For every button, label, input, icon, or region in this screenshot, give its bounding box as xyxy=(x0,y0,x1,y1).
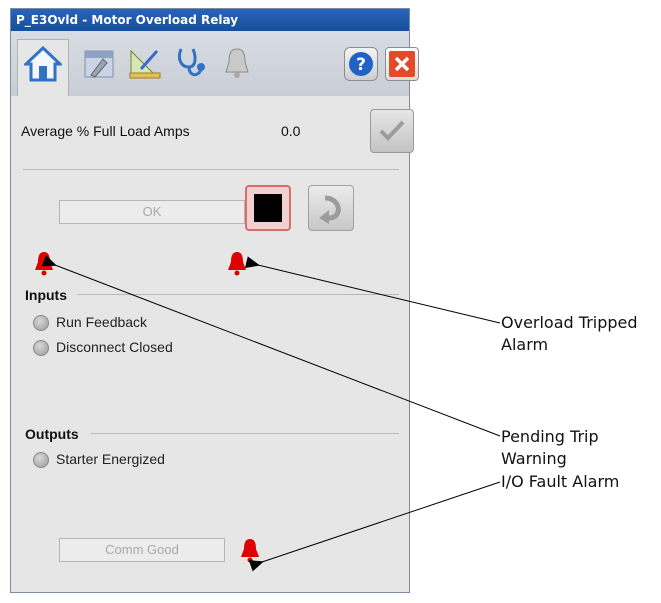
overload-callout: Overload Tripped Alarm xyxy=(501,312,638,356)
callout-lines xyxy=(41,255,501,572)
overload-callout-line1: Overload Tripped xyxy=(501,313,638,332)
overload-callout-line xyxy=(244,256,501,324)
pending-callout-line xyxy=(41,255,501,437)
io-fault-callout: I/O Fault Alarm xyxy=(501,472,620,491)
overload-callout-line2: Alarm xyxy=(501,335,549,354)
pending-callout: Pending Trip Warning xyxy=(501,427,599,468)
io-fault-callout-line xyxy=(248,481,501,572)
